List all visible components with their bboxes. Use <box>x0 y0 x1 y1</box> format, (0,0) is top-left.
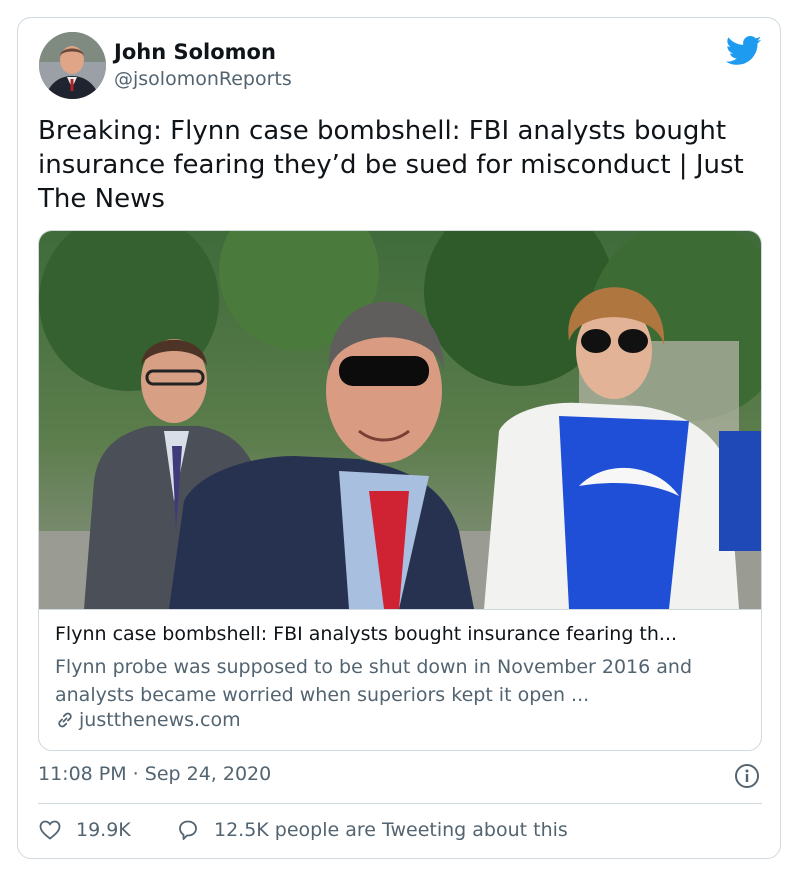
info-icon[interactable] <box>734 763 760 789</box>
card-domain[interactable]: justthenews.com <box>79 709 241 731</box>
tweeting-about-text[interactable]: 12.5K people are Tweeting about this <box>214 819 568 841</box>
like-button[interactable]: 19.9K <box>38 818 131 842</box>
divider <box>38 803 762 804</box>
avatar[interactable] <box>39 32 106 99</box>
author-name[interactable]: John Solomon <box>114 40 276 64</box>
twitter-bird-icon[interactable] <box>726 36 762 66</box>
tweet-text: Breaking: Flynn case bombshell: FBI anal… <box>38 116 744 214</box>
like-count[interactable]: 19.9K <box>76 819 131 841</box>
speech-bubble-icon[interactable] <box>176 818 200 842</box>
author-handle[interactable]: @jsolomonReports <box>114 68 292 90</box>
card-image[interactable] <box>39 231 761 610</box>
card-description: Flynn probe was supposed to be shut down… <box>55 656 693 706</box>
tweet-timestamp[interactable]: 11:08 PM · Sep 24, 2020 <box>38 763 271 785</box>
tweeting-about-link[interactable]: 12.5K people are Tweeting about this <box>176 818 568 842</box>
heart-icon[interactable] <box>38 818 62 842</box>
link-preview-card[interactable]: Flynn case bombshell: FBI analysts bough… <box>38 230 762 751</box>
link-icon <box>58 712 72 728</box>
tweet-card[interactable]: John Solomon @jsolomonReports Breaking: … <box>17 17 781 859</box>
card-domain-row[interactable]: justthenews.com <box>55 709 241 731</box>
card-title[interactable]: Flynn case bombshell: FBI analysts bough… <box>55 623 755 645</box>
